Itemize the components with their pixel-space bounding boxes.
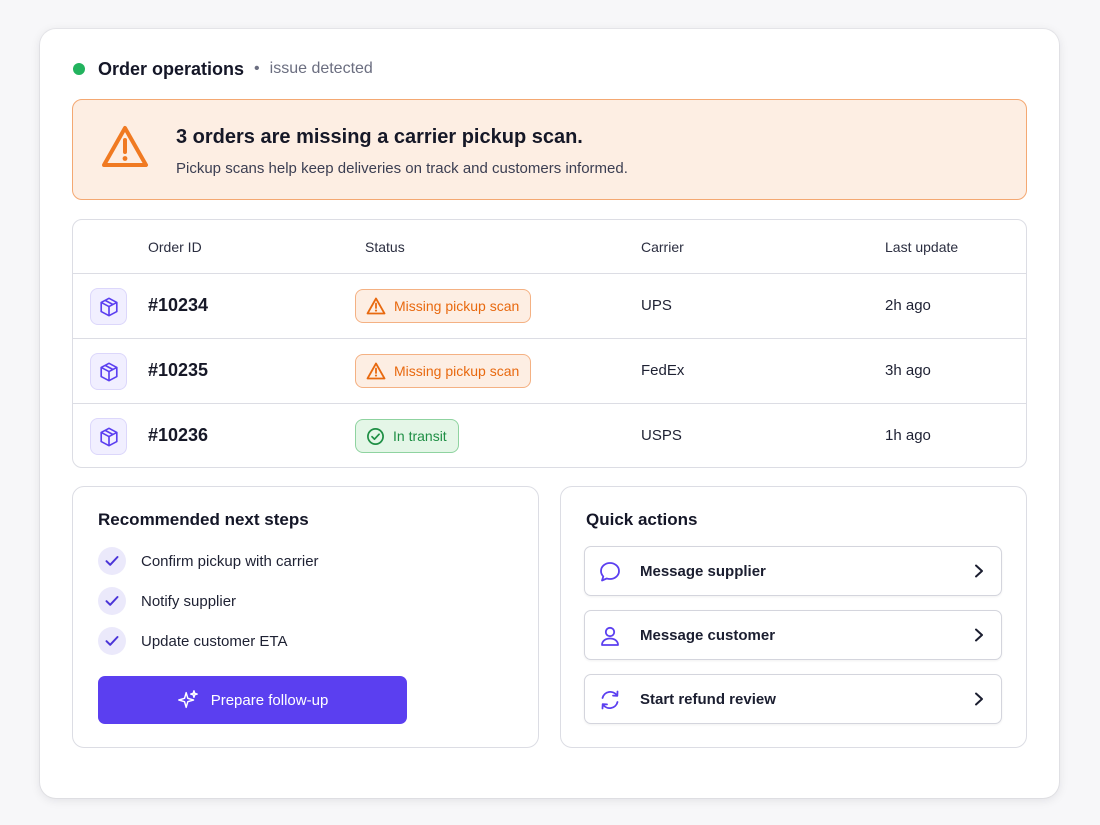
check-icon — [98, 547, 126, 575]
warning-triangle-icon — [102, 126, 148, 167]
last-update-time: 1h ago — [885, 427, 931, 444]
warning-icon — [366, 362, 386, 380]
carrier-name: FedEx — [641, 362, 685, 379]
status-badge-label: Missing pickup scan — [394, 298, 520, 314]
check-icon — [98, 587, 126, 615]
column-header-carrier: Carrier — [641, 239, 684, 255]
orders-table: Order ID Status Carrier Last update #102… — [72, 219, 1027, 468]
carrier-name: UPS — [641, 297, 672, 314]
button-label: Prepare follow-up — [210, 691, 329, 709]
start-refund-review-button[interactable]: Start refund review — [584, 674, 1002, 724]
last-update-time: 2h ago — [885, 297, 931, 314]
step-item: Confirm pickup with carrier — [98, 547, 319, 575]
user-icon — [601, 626, 619, 646]
table-row[interactable]: #10234 Missing pickup scan UPS 2h ago — [73, 274, 1026, 339]
table-row[interactable]: #10235 Missing pickup scan FedEx 3h ago — [73, 339, 1026, 404]
package-icon — [90, 353, 127, 390]
action-label: Message customer — [640, 627, 776, 644]
order-id[interactable]: #10236 — [148, 425, 208, 446]
column-header-last-update: Last update — [885, 239, 959, 255]
action-label: Start refund review — [640, 691, 776, 708]
quick-actions-panel: Quick actions Message supplier Message c… — [560, 486, 1027, 748]
message-customer-button[interactable]: Message customer — [584, 610, 1002, 660]
status-badge: In transit — [355, 419, 459, 453]
panel-title: Quick actions — [586, 510, 698, 529]
order-operations-card: Order operations • issue detected 3 orde… — [40, 29, 1059, 798]
page-title: Order operations — [98, 58, 245, 79]
order-id[interactable]: #10234 — [148, 295, 208, 316]
status-badge: Missing pickup scan — [355, 354, 532, 388]
step-label: Notify supplier — [141, 592, 237, 610]
table-header-row: Order ID Status Carrier Last update — [73, 220, 1026, 274]
chevron-right-icon — [975, 628, 983, 642]
step-item: Notify supplier — [98, 587, 236, 615]
status-indicator-dot — [73, 63, 85, 75]
warning-icon — [366, 297, 386, 315]
header-status-text: issue detected — [269, 60, 373, 77]
status-badge-label: In transit — [393, 428, 447, 444]
chat-bubble-icon — [600, 562, 620, 582]
status-badge: Missing pickup scan — [355, 289, 532, 323]
missing-scan-alert: 3 orders are missing a carrier pickup sc… — [72, 99, 1027, 200]
check-icon — [98, 627, 126, 655]
package-icon — [90, 288, 127, 325]
chevron-right-icon — [975, 692, 983, 706]
carrier-name: USPS — [641, 427, 682, 444]
alert-title: 3 orders are missing a carrier pickup sc… — [176, 126, 583, 148]
order-id[interactable]: #10235 — [148, 360, 208, 381]
step-item: Update customer ETA — [98, 627, 287, 655]
chevron-right-icon — [975, 564, 983, 578]
column-header-status: Status — [365, 239, 405, 255]
refresh-icon — [601, 690, 619, 710]
panel-title: Recommended next steps — [98, 510, 309, 529]
card-header: Order operations • issue detected — [73, 58, 373, 80]
step-label: Update customer ETA — [141, 632, 288, 650]
recommended-steps-panel: Recommended next steps Confirm pickup wi… — [72, 486, 539, 748]
message-supplier-button[interactable]: Message supplier — [584, 546, 1002, 596]
column-header-order-id: Order ID — [148, 239, 202, 255]
prepare-follow-up-button[interactable]: Prepare follow-up — [98, 676, 407, 724]
step-label: Confirm pickup with carrier — [141, 552, 319, 570]
action-label: Message supplier — [640, 563, 766, 580]
sparkles-icon — [177, 690, 198, 709]
status-badge-label: Missing pickup scan — [394, 363, 520, 379]
last-update-time: 3h ago — [885, 362, 931, 379]
table-row[interactable]: #10236 In transit USPS 1h ago — [73, 404, 1026, 467]
alert-description: Pickup scans help keep deliveries on tra… — [176, 160, 628, 177]
header-separator: • — [254, 60, 260, 77]
check-circle-icon — [367, 427, 384, 445]
package-icon — [90, 418, 127, 455]
